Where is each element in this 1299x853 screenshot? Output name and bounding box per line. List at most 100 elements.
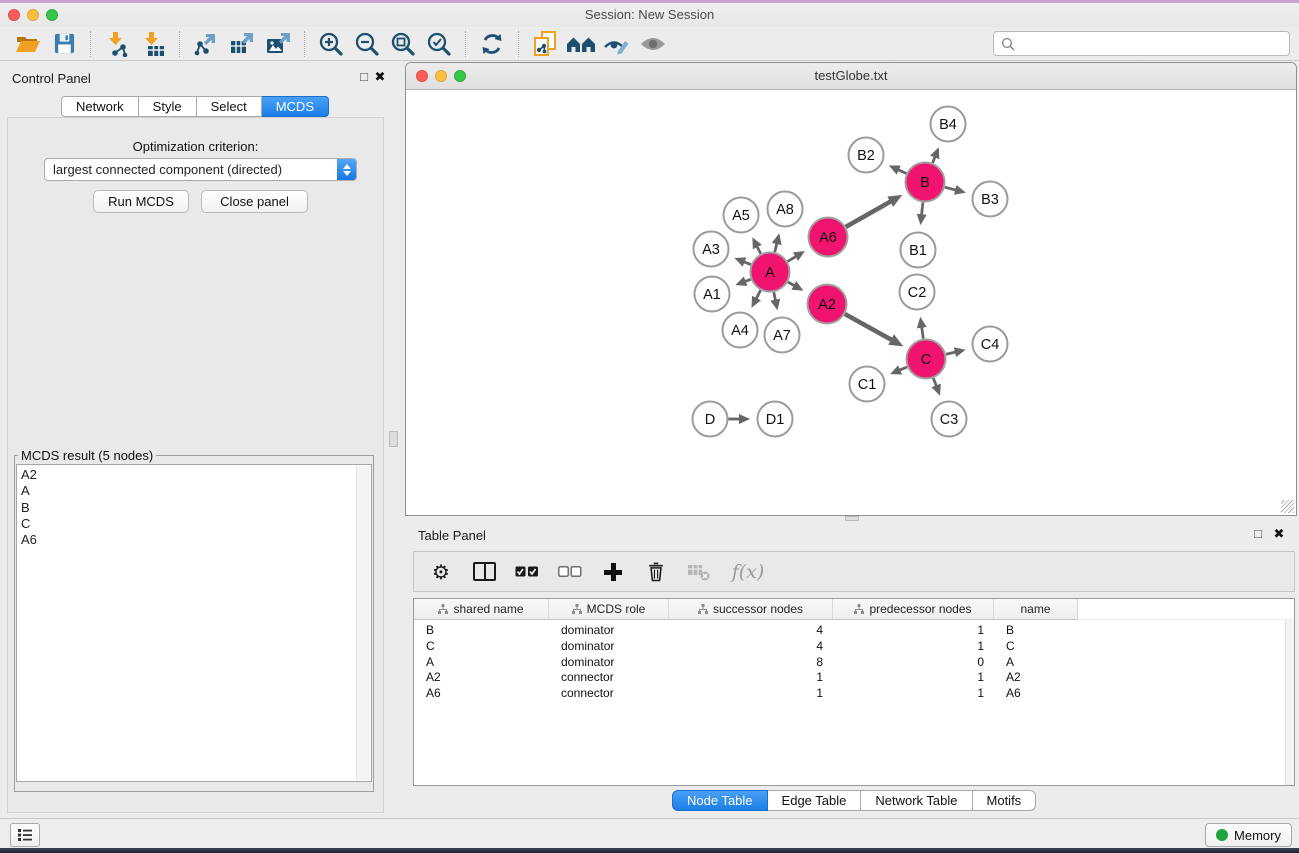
- zoom-window-button[interactable]: [454, 70, 466, 82]
- refresh-layout-button[interactable]: [474, 29, 510, 59]
- table-tab-edge-table[interactable]: Edge Table: [768, 790, 862, 811]
- table-scrollbar[interactable]: [1285, 620, 1294, 785]
- table-cell[interactable]: 1: [833, 670, 994, 686]
- edge-A-A4[interactable]: [756, 290, 760, 298]
- import-network-button[interactable]: [99, 29, 135, 59]
- vertical-splitter-grip[interactable]: [389, 431, 398, 447]
- edge-A-A2[interactable]: [788, 282, 794, 286]
- edge-A-A7[interactable]: [774, 292, 776, 300]
- close-window-button[interactable]: [8, 9, 20, 21]
- minimize-window-button[interactable]: [27, 9, 39, 21]
- table-tab-network-table[interactable]: Network Table: [861, 790, 972, 811]
- table-cell[interactable]: A6: [994, 686, 1078, 702]
- table-cell[interactable]: 1: [833, 623, 994, 639]
- mcds-result-item[interactable]: C: [21, 516, 371, 532]
- close-panel-icon[interactable]: ✖: [372, 69, 388, 85]
- zoom-in-button[interactable]: [313, 29, 349, 59]
- node-A2[interactable]: A2: [808, 285, 847, 324]
- edge-A-A5[interactable]: [757, 247, 761, 254]
- edge-A-A8[interactable]: [775, 244, 777, 253]
- table-cell[interactable]: C: [414, 639, 549, 655]
- node-A7[interactable]: A7: [765, 318, 800, 353]
- node-A8[interactable]: A8: [768, 192, 803, 227]
- tab-select[interactable]: Select: [197, 96, 262, 117]
- table-cell[interactable]: A6: [414, 686, 549, 702]
- table-cell[interactable]: C: [994, 639, 1078, 655]
- table-cell[interactable]: A: [994, 655, 1078, 671]
- search-input[interactable]: [1019, 33, 1289, 54]
- zoom-fit-button[interactable]: [385, 29, 421, 59]
- import-table-button[interactable]: [135, 29, 171, 59]
- zoom-selected-button[interactable]: [421, 29, 457, 59]
- hide-selected-button[interactable]: [599, 29, 635, 59]
- node-B[interactable]: B: [906, 163, 945, 202]
- mcds-result-list[interactable]: A2ABCA6: [16, 464, 372, 782]
- node-B1[interactable]: B1: [901, 233, 936, 268]
- table-cell[interactable]: dominator: [549, 623, 669, 639]
- zoom-out-button[interactable]: [349, 29, 385, 59]
- table-cell[interactable]: 4: [669, 623, 833, 639]
- edge-A6-B[interactable]: [846, 202, 891, 227]
- mcds-result-item[interactable]: B: [21, 500, 371, 516]
- column-header-successor-nodes[interactable]: successor nodes: [669, 599, 833, 620]
- run-mcds-button[interactable]: Run MCDS: [93, 190, 189, 213]
- table-settings-button[interactable]: ⚙: [428, 559, 454, 585]
- column-header-name[interactable]: name: [994, 599, 1078, 620]
- save-session-button[interactable]: [46, 29, 82, 59]
- network-window-titlebar[interactable]: testGlobe.txt: [406, 63, 1296, 90]
- edge-A-A6[interactable]: [788, 256, 796, 261]
- node-A4[interactable]: A4: [723, 313, 758, 348]
- table-cell[interactable]: 0: [833, 655, 994, 671]
- edge-C-C2[interactable]: [922, 327, 924, 339]
- mcds-result-item[interactable]: A6: [21, 532, 371, 548]
- node-B3[interactable]: B3: [973, 182, 1008, 217]
- node-A6[interactable]: A6: [809, 218, 848, 257]
- column-header-MCDS-role[interactable]: MCDS role: [549, 599, 669, 620]
- table-cell[interactable]: 1: [833, 686, 994, 702]
- tab-network[interactable]: Network: [61, 96, 139, 117]
- table-row[interactable]: Bdominator41B: [414, 623, 1294, 639]
- network-canvas[interactable]: AA1A2A3A4A5A6A7A8BB1B2B3B4CC1C2C3C4DD1: [406, 90, 1296, 515]
- table-cell[interactable]: 8: [669, 655, 833, 671]
- optimization-dropdown[interactable]: largest connected component (directed): [44, 158, 357, 181]
- task-history-button[interactable]: [10, 823, 40, 847]
- export-image-button[interactable]: [260, 29, 296, 59]
- homes-button[interactable]: [563, 29, 599, 59]
- column-header-predecessor-nodes[interactable]: predecessor nodes: [833, 599, 994, 620]
- table-cell[interactable]: A2: [994, 670, 1078, 686]
- open-file-button[interactable]: [10, 29, 46, 59]
- node-A1[interactable]: A1: [695, 277, 730, 312]
- minimize-window-button[interactable]: [435, 70, 447, 82]
- memory-button[interactable]: Memory: [1205, 823, 1292, 847]
- close-table-panel-icon[interactable]: ✖: [1271, 526, 1287, 542]
- table-cell[interactable]: 4: [669, 639, 833, 655]
- window-resize-grip[interactable]: [1281, 500, 1294, 513]
- edge-B-B3[interactable]: [945, 187, 956, 190]
- table-row[interactable]: A2connector11A2: [414, 670, 1294, 686]
- table-cell[interactable]: connector: [549, 670, 669, 686]
- table-row[interactable]: Adominator80A: [414, 655, 1294, 671]
- table-tab-node-table[interactable]: Node Table: [672, 790, 768, 811]
- node-D1[interactable]: D1: [758, 402, 793, 437]
- node-C2[interactable]: C2: [900, 275, 935, 310]
- table-cell[interactable]: 1: [669, 670, 833, 686]
- table-cell[interactable]: dominator: [549, 639, 669, 655]
- close-panel-button[interactable]: Close panel: [201, 190, 308, 213]
- export-network-button[interactable]: [188, 29, 224, 59]
- table-row[interactable]: A6connector11A6: [414, 686, 1294, 702]
- zoom-window-button[interactable]: [46, 9, 58, 21]
- node-B2[interactable]: B2: [849, 138, 884, 173]
- edge-C-C4[interactable]: [946, 352, 955, 354]
- table-tab-motifs[interactable]: Motifs: [973, 790, 1037, 811]
- node-A3[interactable]: A3: [694, 232, 729, 267]
- table-cell[interactable]: 1: [669, 686, 833, 702]
- deselect-all-button[interactable]: [557, 559, 583, 585]
- delete-column-button[interactable]: [643, 559, 669, 585]
- traffic-lights[interactable]: [8, 9, 58, 21]
- node-C1[interactable]: C1: [850, 367, 885, 402]
- table-cell[interactable]: connector: [549, 686, 669, 702]
- mcds-result-item[interactable]: A2: [21, 467, 371, 483]
- node-C[interactable]: C: [907, 340, 946, 379]
- tab-mcds[interactable]: MCDS: [262, 96, 329, 117]
- table-row[interactable]: Cdominator41C: [414, 639, 1294, 655]
